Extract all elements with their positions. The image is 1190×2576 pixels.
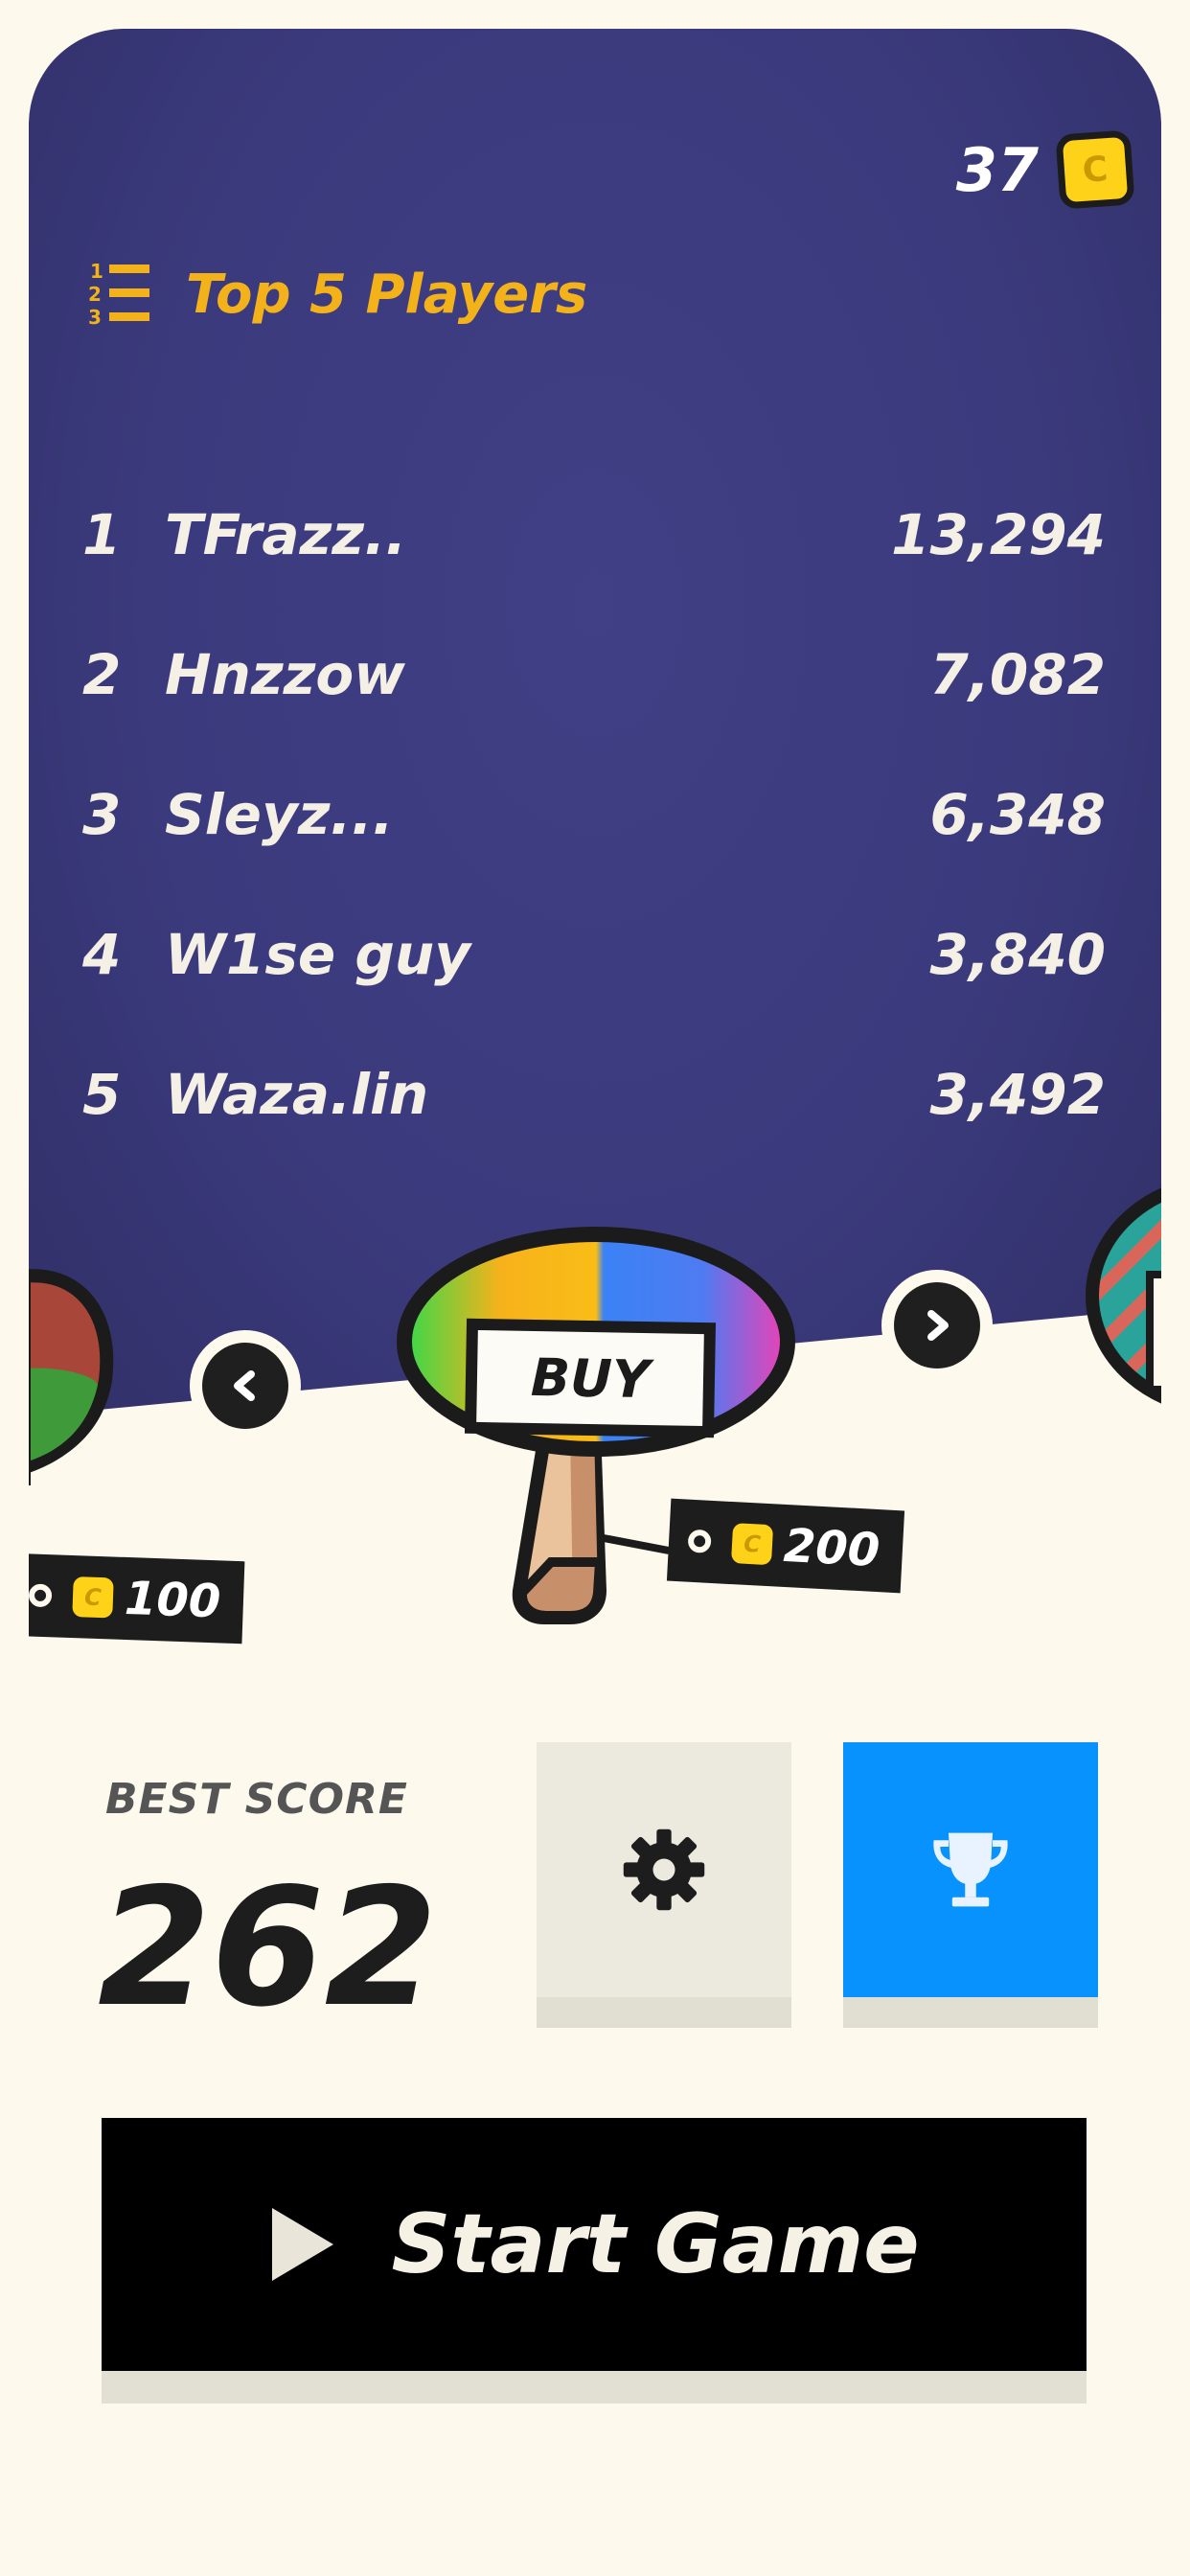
coin-icon: C xyxy=(730,1523,774,1566)
buy-button[interactable]: BUY xyxy=(469,1323,712,1433)
leaderboard-row: 2 Hnzzow 7,082 xyxy=(82,605,1106,745)
next-paddle-button[interactable] xyxy=(881,1270,993,1381)
leaderboard-button[interactable] xyxy=(843,1742,1098,2028)
numbered-list-icon: 1 2 3 xyxy=(88,260,149,329)
player-score: 13,294 xyxy=(891,502,1106,567)
play-icon xyxy=(272,2208,334,2281)
coin-icon: C xyxy=(1055,129,1135,210)
svg-text:3: 3 xyxy=(88,306,102,329)
leaderboard-row: 4 W1se guy 3,840 xyxy=(82,885,1106,1024)
player-name: Hnzzow xyxy=(165,642,405,707)
coin-icon: C xyxy=(72,1576,114,1619)
gear-icon xyxy=(623,1828,705,1911)
player-rank: 4 xyxy=(82,922,122,987)
leaderboard-list: 1 TFrazz.. 13,294 2 Hnzzow 7,082 3 Sleyz… xyxy=(82,465,1106,1164)
player-score: 3,492 xyxy=(929,1062,1106,1127)
leaderboard-row: 3 Sleyz... 6,348 xyxy=(82,745,1106,885)
chevron-right-icon xyxy=(927,1310,949,1341)
chevron-left-icon xyxy=(234,1370,255,1401)
start-game-label: Start Game xyxy=(391,2196,920,2292)
price-tag-current: C 200 xyxy=(666,1498,905,1594)
player-score: 6,348 xyxy=(929,782,1106,847)
player-score: 3,840 xyxy=(929,922,1106,987)
button-shadow xyxy=(843,1997,1098,2028)
leaderboard-header: 1 2 3 Top 5 Players xyxy=(88,259,587,330)
best-score-label: BEST SCORE xyxy=(105,1775,408,1824)
leaderboard-row: 5 Waza.lin 3,492 xyxy=(82,1024,1106,1164)
leaderboard-row: 1 TFrazz.. 13,294 xyxy=(82,465,1106,605)
player-score: 7,082 xyxy=(929,642,1106,707)
player-rank: 5 xyxy=(82,1062,122,1127)
svg-text:1: 1 xyxy=(90,260,103,283)
player-name: Waza.lin xyxy=(165,1062,429,1127)
player-name: Sleyz... xyxy=(165,782,394,847)
button-shadow xyxy=(102,2371,1087,2404)
settings-button[interactable] xyxy=(537,1742,791,2028)
price-tag-prev: C 100 xyxy=(29,1552,245,1644)
best-score-value: 262 xyxy=(98,1853,438,2043)
player-rank: 1 xyxy=(82,502,122,567)
paddle-prev[interactable] xyxy=(29,1269,114,1485)
leaderboard-title: Top 5 Players xyxy=(186,263,588,326)
coin-balance: 37 C xyxy=(955,129,1135,210)
price-value: 200 xyxy=(782,1518,881,1578)
svg-text:2: 2 xyxy=(88,283,102,306)
coin-count: 37 xyxy=(955,134,1039,205)
player-name: TFrazz.. xyxy=(165,502,407,567)
prev-paddle-button[interactable] xyxy=(190,1330,301,1441)
trophy-icon xyxy=(933,1832,1008,1907)
game-menu-screen: 37 C 1 2 3 Top 5 Players 1 TFrazz.. 13,2… xyxy=(29,29,1161,2520)
paddle-next[interactable] xyxy=(1086,1181,1161,1411)
tag-hole xyxy=(29,1583,53,1608)
button-shadow xyxy=(537,1997,791,2028)
tag-hole xyxy=(687,1529,712,1553)
start-game-button[interactable]: Start Game xyxy=(102,2118,1087,2404)
player-rank: 3 xyxy=(82,782,122,847)
player-name: W1se guy xyxy=(165,922,470,987)
price-value: 100 xyxy=(124,1571,222,1629)
player-rank: 2 xyxy=(82,642,122,707)
